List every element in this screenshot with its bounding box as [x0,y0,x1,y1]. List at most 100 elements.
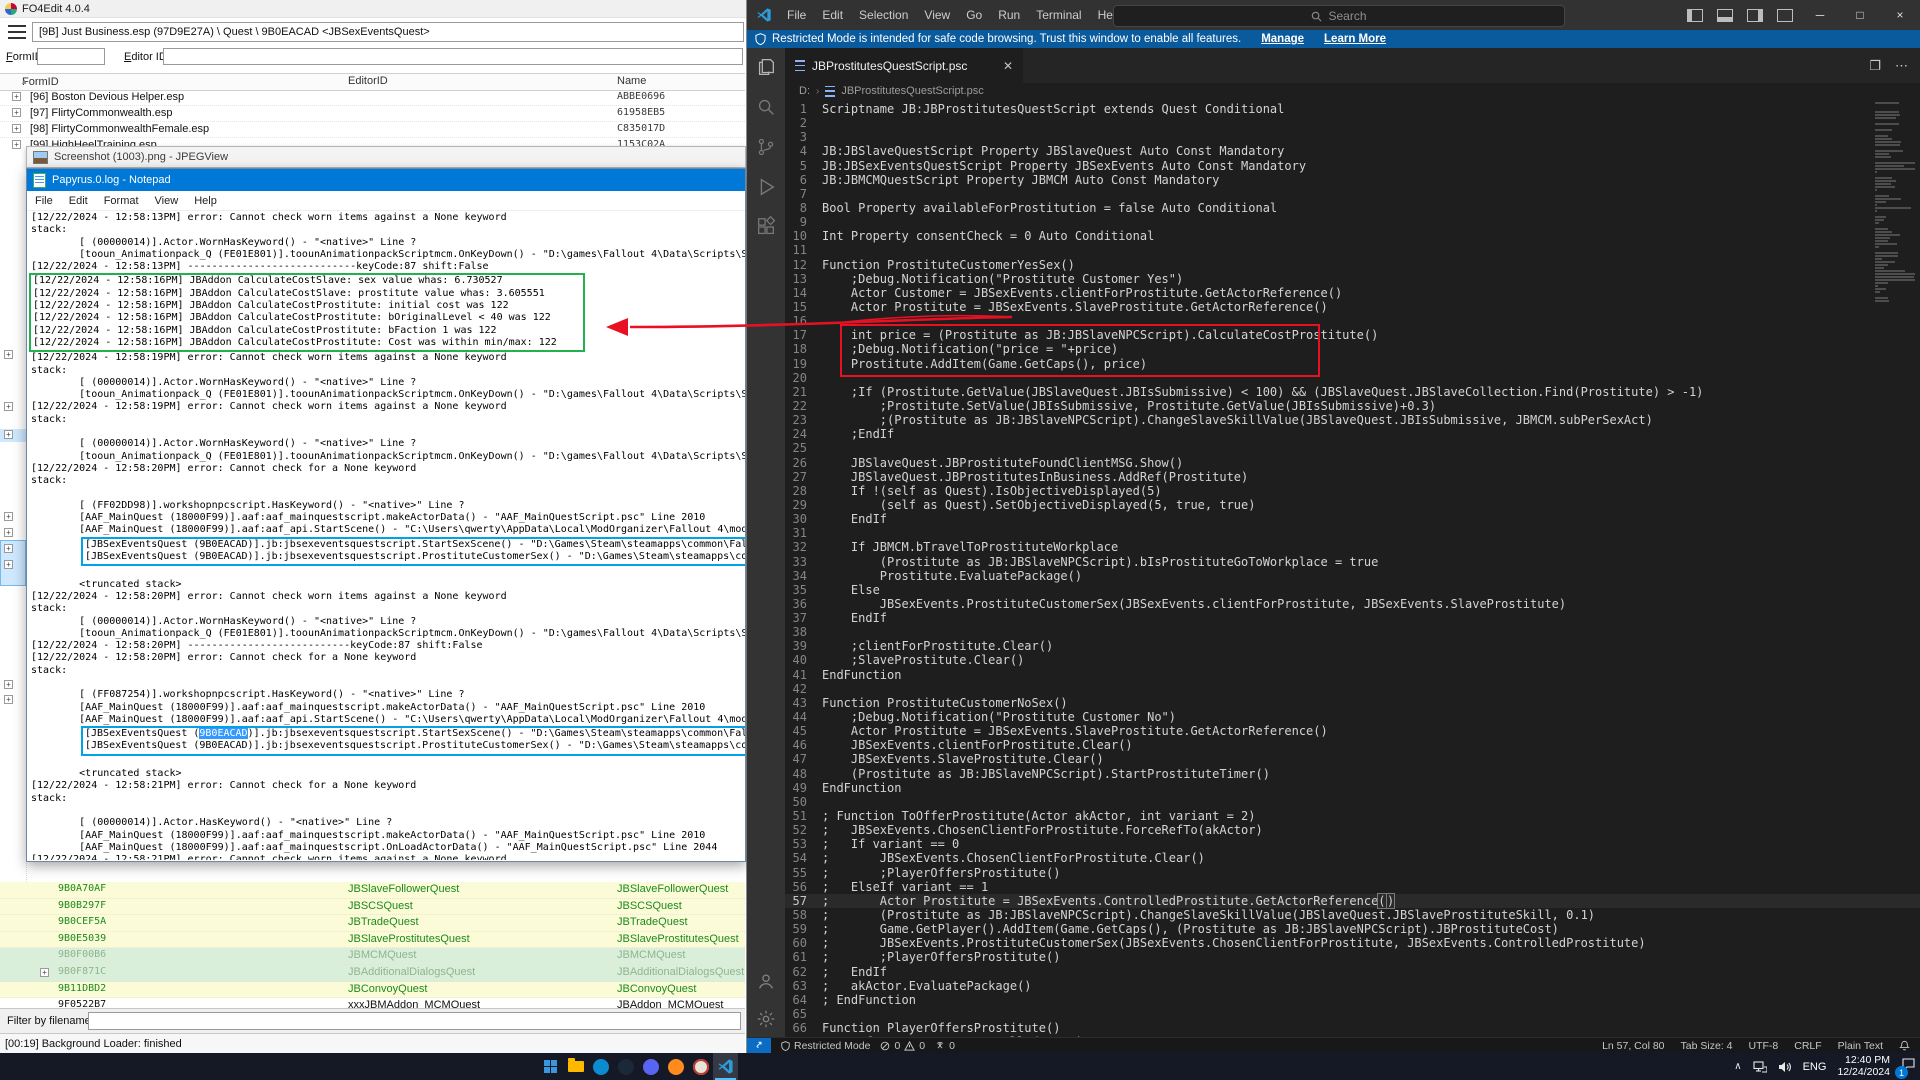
column-editorid[interactable]: EditorID [348,75,388,87]
menu-terminal[interactable]: Terminal [1028,8,1089,22]
code-line[interactable]: 26 JBSlaveQuest.JBProstituteFoundClientM… [785,456,1920,470]
expander-icon[interactable]: + [12,108,21,117]
explorer-icon[interactable] [755,56,777,78]
table-row[interactable]: 9B0CEF5AJBTradeQuestJBTradeQuest [0,915,745,932]
customize-layout-icon[interactable] [1777,9,1793,22]
code-line[interactable]: 48 (Prostitute as JB:JBSlaveNPCScript).S… [785,767,1920,781]
code-line[interactable]: 53; If variant == 0 [785,837,1920,851]
breadcrumb[interactable]: [9B] Just Business.esp (97D9E27A) \ Ques… [32,22,744,42]
table-row[interactable]: 9B0A70AFJBSlaveFollowerQuestJBSlaveFollo… [0,882,745,899]
code-line[interactable]: 8Bool Property availableForProstitution … [785,201,1920,215]
volume-icon[interactable] [1778,1061,1792,1073]
filter-input[interactable] [88,1012,741,1030]
vscode-titlebar[interactable]: FileEditSelectionViewGoRunTerminalHelp ←… [747,0,1920,30]
code-line[interactable]: 21 ;If (Prostitute.GetValue(JBSlaveQuest… [785,385,1920,399]
table-row[interactable]: +[96] Boston Devious Helper.espABBE0696 [0,90,745,106]
table-row[interactable]: 9B0F00B6JBMCMQuestJBMCMQuest [0,948,745,965]
table-row[interactable]: +[98] FlirtyCommonwealthFemale.espC83501… [0,122,745,138]
input-language[interactable]: ENG [1803,1061,1827,1073]
expander-icon[interactable]: + [4,528,13,537]
cursor-position[interactable]: Ln 57, Col 80 [1602,1040,1664,1052]
restricted-mode-badge[interactable]: Restricted Mode [781,1040,870,1052]
code-line[interactable]: 3 [785,130,1920,144]
taskbar-icon-game-app[interactable] [688,1053,713,1080]
code-line[interactable]: 34 Prostitute.EvaluatePackage() [785,569,1920,583]
code-line[interactable]: 42 [785,682,1920,696]
table-row[interactable]: +9B0F871CJBAdditionalDialogsQuestJBAddit… [0,965,745,982]
code-line[interactable]: 58; (Prostitute as JB:JBSlaveNPCScript).… [785,908,1920,922]
code-line[interactable]: 51; Function ToOfferProstitute(Actor akA… [785,809,1920,823]
manage-link[interactable]: Manage [1261,33,1304,45]
menu-edit[interactable]: Edit [814,8,851,22]
expander-icon[interactable]: + [4,680,13,689]
code-line[interactable]: 49EndFunction [785,781,1920,795]
code-line[interactable]: 52; JBSexEvents.ChosenClientForProstitut… [785,823,1920,837]
code-line[interactable]: 56; ElseIf variant == 1 [785,880,1920,894]
taskbar-icon-vscode[interactable] [713,1053,738,1080]
taskbar-icon-steam[interactable] [613,1053,638,1080]
menu-item-view[interactable]: View [147,195,187,207]
remote-indicator[interactable]: ⤤ [747,1038,771,1053]
action-center-icon[interactable]: 1 [1901,1057,1916,1076]
code-line[interactable]: 36 JBSexEvents.ProstituteCustomerSex(JBS… [785,597,1920,611]
formid-input[interactable] [37,48,105,65]
taskbar-icon-file-explorer[interactable] [563,1053,588,1080]
jpegview-titlebar[interactable]: Screenshot (1003).png - JPEGView [26,146,746,168]
breadcrumbs[interactable]: D: › JBProstitutesQuestScript.psc [785,83,1920,99]
code-line[interactable]: 7 [785,187,1920,201]
expander-icon[interactable]: + [4,544,13,553]
code-line[interactable]: 59; Game.GetPlayer().AddItem(Game.GetCap… [785,922,1920,936]
code-line[interactable]: 23 ;(Prostitute as JB:JBSlaveNPCScript).… [785,413,1920,427]
code-line[interactable]: 54; JBSexEvents.ChosenClientForProstitut… [785,851,1920,865]
code-line[interactable]: 39 ;clientForProstitute.Clear() [785,639,1920,653]
menu-view[interactable]: View [916,8,958,22]
table-row[interactable]: +[97] FlirtyCommonwealth.esp61958EB5 [0,106,745,122]
code-line[interactable]: 45 Actor Prostitute = JBSexEvents.SlaveP… [785,724,1920,738]
code-line[interactable]: 27 JBSlaveQuest.JBProstitutesInBusiness.… [785,470,1920,484]
menu-item-format[interactable]: Format [96,195,147,207]
code-line[interactable]: 57; Actor Prostitute = JBSexEvents.Contr… [785,894,1920,908]
fo4edit-titlebar[interactable]: FO4Edit 4.0.4 [0,0,746,18]
eol[interactable]: CRLF [1794,1040,1821,1052]
bell-icon[interactable] [1899,1040,1910,1051]
menu-item-file[interactable]: File [27,195,61,207]
encoding[interactable]: UTF-8 [1748,1040,1778,1052]
table-row[interactable]: 9B11DBD2JBConvoyQuestJBConvoyQuest [0,982,745,999]
editorid-input[interactable] [163,48,743,65]
split-editor-icon[interactable]: ❐ [1869,58,1881,74]
code-line[interactable]: 50 [785,795,1920,809]
code-line[interactable]: 13 ;Debug.Notification("Prostitute Custo… [785,272,1920,286]
code-line[interactable]: 28 If !(self as Quest).IsObjectiveDispla… [785,484,1920,498]
learn-more-link[interactable]: Learn More [1324,33,1386,45]
menu-go[interactable]: Go [958,8,990,22]
expander-icon[interactable]: + [4,350,13,359]
code-line[interactable]: 29 (self as Quest).SetObjectiveDisplayed… [785,498,1920,512]
code-line[interactable]: 47 JBSexEvents.SlaveProstitute.Clear() [785,752,1920,766]
menu-item-help[interactable]: Help [186,195,225,207]
code-line[interactable]: 55; ;PlayerOffersProstitute() [785,866,1920,880]
menu-item-edit[interactable]: Edit [61,195,96,207]
code-line[interactable]: 66Function PlayerOffersProstitute() [785,1021,1920,1035]
command-center-search[interactable]: Search [1113,5,1565,27]
table-row[interactable]: 9B0B297FJBSCSQuestJBSCSQuest [0,899,745,916]
code-line[interactable]: 63; akActor.EvaluatePackage() [785,979,1920,993]
expander-icon[interactable]: + [4,430,13,439]
code-line[interactable]: 40 ;SlaveProstitute.Clear() [785,653,1920,667]
minimap[interactable] [1872,99,1918,302]
breadcrumb-drive[interactable]: D: [799,85,810,97]
menu-file[interactable]: File [779,8,814,22]
code-line[interactable]: 37 EndIf [785,611,1920,625]
expander-icon[interactable]: + [12,92,21,101]
toggle-sidebar-icon[interactable] [1687,9,1703,22]
expander-icon[interactable]: + [4,560,13,569]
minimize-button[interactable]: ─ [1800,0,1840,30]
settings-gear-icon[interactable] [755,1008,777,1030]
table-row[interactable]: 9B0E5039JBSlaveProstitutesQuestJBSlavePr… [0,932,745,949]
menu-run[interactable]: Run [990,8,1028,22]
maximize-button[interactable]: □ [1840,0,1880,30]
expander-icon[interactable]: + [4,402,13,411]
taskbar-icon-edge[interactable] [588,1053,613,1080]
expander-icon[interactable]: + [12,140,21,149]
notepad-titlebar[interactable]: Papyrus.0.log - Notepad [27,169,745,191]
search-sidebar-icon[interactable] [755,96,777,118]
